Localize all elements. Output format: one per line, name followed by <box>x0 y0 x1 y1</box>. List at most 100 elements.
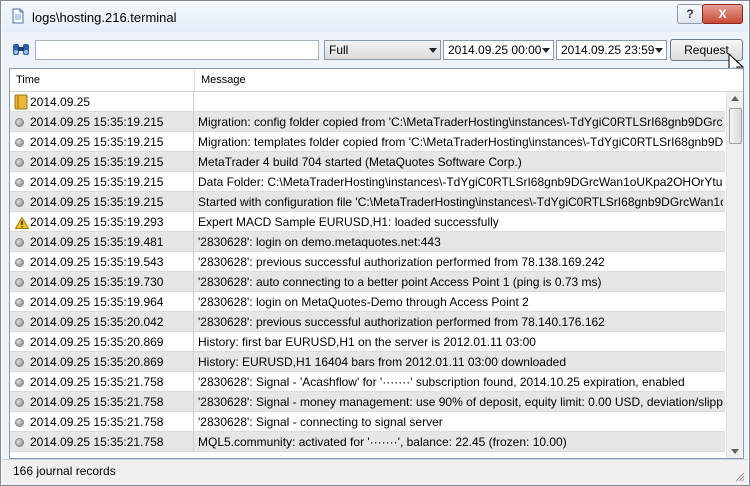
time-text: 2014.09.25 15:35:19.543 <box>30 255 164 269</box>
time-text: 2014.09.25 15:35:19.293 <box>30 215 164 229</box>
date-to-picker[interactable]: 2014.09.25 23:59 <box>556 40 667 60</box>
vertical-scrollbar[interactable] <box>726 92 743 458</box>
time-cell: 2014.09.25 15:35:21.758 <box>10 412 194 432</box>
message-text: '2830628': login on MetaQuotes-Demo thro… <box>198 295 529 309</box>
table-body: 2014.09.25 2014.09.25 15:35:19.215 Migrati… <box>10 92 725 452</box>
column-header-message[interactable]: Message <box>195 69 246 91</box>
info-dot-icon <box>15 418 24 427</box>
chevron-down-icon <box>542 48 550 53</box>
time-text: 2014.09.25 15:35:21.758 <box>30 415 164 429</box>
time-text: 2014.09.25 15:35:19.215 <box>30 175 164 189</box>
table-row[interactable]: 2014.09.25 15:35:19.215 Migration: templa… <box>10 132 725 152</box>
time-text: 2014.09.25 15:35:19.215 <box>30 135 164 149</box>
info-dot-icon <box>15 198 24 207</box>
time-text: 2014.09.25 15:35:21.758 <box>30 435 164 449</box>
info-dot-icon <box>15 438 24 447</box>
time-cell: 2014.09.25 15:35:19.215 <box>10 132 194 152</box>
table-header: Time Message <box>10 69 743 92</box>
help-button[interactable]: ? <box>677 4 703 24</box>
column-header-time[interactable]: Time <box>10 69 195 91</box>
journal-window: logs\hosting.216.terminal ? X Full 2014.… <box>0 0 750 486</box>
message-text: History: EURUSD,H1 16404 bars from 2012.… <box>198 355 566 369</box>
info-dot-icon <box>15 378 24 387</box>
table-row[interactable]: 2014.09.25 15:35:19.215 Data Folder: C:\M… <box>10 172 725 192</box>
message-text: '2830628': Signal - money management: us… <box>198 395 723 409</box>
message-text: '2830628': previous successful authoriza… <box>198 255 605 269</box>
title-bar[interactable]: logs\hosting.216.terminal ? X <box>2 2 748 32</box>
folder-icon <box>14 94 28 110</box>
table-row[interactable]: 2014.09.25 15:35:20.042 '2830628': previo… <box>10 312 725 332</box>
table-row[interactable]: 2014.09.25 15:35:19.543 '2830628': previo… <box>10 252 725 272</box>
time-cell: 2014.09.25 15:35:19.481 <box>10 232 194 252</box>
level-select[interactable]: Full <box>324 40 441 60</box>
table-row[interactable]: 2014.09.25 15:35:19.215 Started with conf… <box>10 192 725 212</box>
message-text: Expert MACD Sample EURUSD,H1: loaded suc… <box>198 215 499 229</box>
message-text: MQL5.community: activated for '·······',… <box>198 435 567 449</box>
resize-grip-icon[interactable] <box>735 472 745 482</box>
time-text: 2014.09.25 15:35:19.481 <box>30 235 164 249</box>
message-text: Started with configuration file 'C:\Meta… <box>198 195 723 209</box>
time-cell: 2014.09.25 15:35:21.758 <box>10 372 194 392</box>
info-dot-icon <box>15 358 24 367</box>
time-cell: 2014.09.25 15:35:20.869 <box>10 332 194 352</box>
info-dot-icon <box>15 298 24 307</box>
info-dot-icon <box>15 338 24 347</box>
time-text: 2014.09.25 15:35:21.758 <box>30 375 164 389</box>
date-from-picker[interactable]: 2014.09.25 00:00 <box>443 40 554 60</box>
scroll-thumb[interactable] <box>729 108 742 144</box>
level-value: Full <box>329 43 349 57</box>
info-dot-icon <box>15 278 24 287</box>
table-row[interactable]: 2014.09.25 15:35:19.730 '2830628': auto c… <box>10 272 725 292</box>
date-to-value: 2014.09.25 23:59 <box>561 43 655 57</box>
search-input[interactable] <box>35 40 319 60</box>
close-button[interactable]: X <box>702 4 743 24</box>
message-text: History: first bar EURUSD,H1 on the serv… <box>198 335 536 349</box>
scroll-down-icon[interactable] <box>731 449 739 454</box>
time-text: 2014.09.25 15:35:19.730 <box>30 275 164 289</box>
time-cell: 2014.09.25 15:35:20.869 <box>10 352 194 372</box>
time-text: 2014.09.25 <box>30 95 91 109</box>
table-row[interactable]: 2014.09.25 15:35:19.215 MetaTrader 4 buil… <box>10 152 725 172</box>
time-text: 2014.09.25 15:35:20.869 <box>30 335 164 349</box>
table-row[interactable]: 2014.09.25 15:35:21.758 MQL5.community: a… <box>10 432 725 452</box>
table-row[interactable]: 2014.09.25 15:35:19.481 '2830628': login … <box>10 232 725 252</box>
table-row[interactable]: 2014.09.25 15:35:21.758 '2830628': Signal… <box>10 372 725 392</box>
window-title: logs\hosting.216.terminal <box>32 10 177 25</box>
message-text: '2830628': login on demo.metaquotes.net:… <box>198 235 441 249</box>
time-cell: 2014.09.25 15:35:19.215 <box>10 152 194 172</box>
table-row[interactable]: 2014.09.25 15:35:19.215 Migration: config… <box>10 112 725 132</box>
table-row[interactable]: 2014.09.25 15:35:19.293 Expert MACD Sampl… <box>10 212 725 232</box>
info-dot-icon <box>15 238 24 247</box>
chevron-down-icon <box>429 48 437 53</box>
table-row[interactable]: 2014.09.25 15:35:20.869 History: EURUSD,H… <box>10 352 725 372</box>
info-dot-icon <box>15 138 24 147</box>
document-icon <box>12 8 24 24</box>
scroll-up-icon[interactable] <box>731 96 739 101</box>
binoculars-icon <box>13 44 29 55</box>
table-row[interactable]: 2014.09.25 15:35:19.964 '2830628': login … <box>10 292 725 312</box>
time-cell: 2014.09.25 15:35:19.730 <box>10 272 194 292</box>
info-dot-icon <box>15 178 24 187</box>
time-cell: 2014.09.25 <box>10 92 194 112</box>
table-row[interactable]: 2014.09.25 15:35:20.869 History: first ba… <box>10 332 725 352</box>
warning-icon <box>15 217 29 229</box>
message-text: Data Folder: C:\MetaTraderHosting\instan… <box>198 175 723 189</box>
message-text: '2830628': previous successful authoriza… <box>198 315 605 329</box>
time-cell: 2014.09.25 15:35:19.215 <box>10 112 194 132</box>
time-text: 2014.09.25 15:35:19.215 <box>30 195 164 209</box>
message-text: '2830628': Signal - connecting to signal… <box>198 415 443 429</box>
time-text: 2014.09.25 15:35:20.869 <box>30 355 164 369</box>
status-bar: 166 journal records <box>2 459 748 485</box>
info-dot-icon <box>15 398 24 407</box>
time-cell: 2014.09.25 15:35:21.758 <box>10 432 194 452</box>
table-row[interactable]: 2014.09.25 15:35:21.758 '2830628': Signal… <box>10 412 725 432</box>
time-text: 2014.09.25 15:35:20.042 <box>30 315 164 329</box>
table-row[interactable]: 2014.09.25 15:35:21.758 '2830628': Signal… <box>10 392 725 412</box>
message-text: '2830628': auto connecting to a better p… <box>198 275 602 289</box>
time-text: 2014.09.25 15:35:21.758 <box>30 395 164 409</box>
table-row[interactable]: 2014.09.25 <box>10 92 725 112</box>
time-cell: 2014.09.25 15:35:19.293 <box>10 212 194 232</box>
time-cell: 2014.09.25 15:35:19.215 <box>10 172 194 192</box>
time-cell: 2014.09.25 15:35:19.964 <box>10 292 194 312</box>
time-cell: 2014.09.25 15:35:19.543 <box>10 252 194 272</box>
